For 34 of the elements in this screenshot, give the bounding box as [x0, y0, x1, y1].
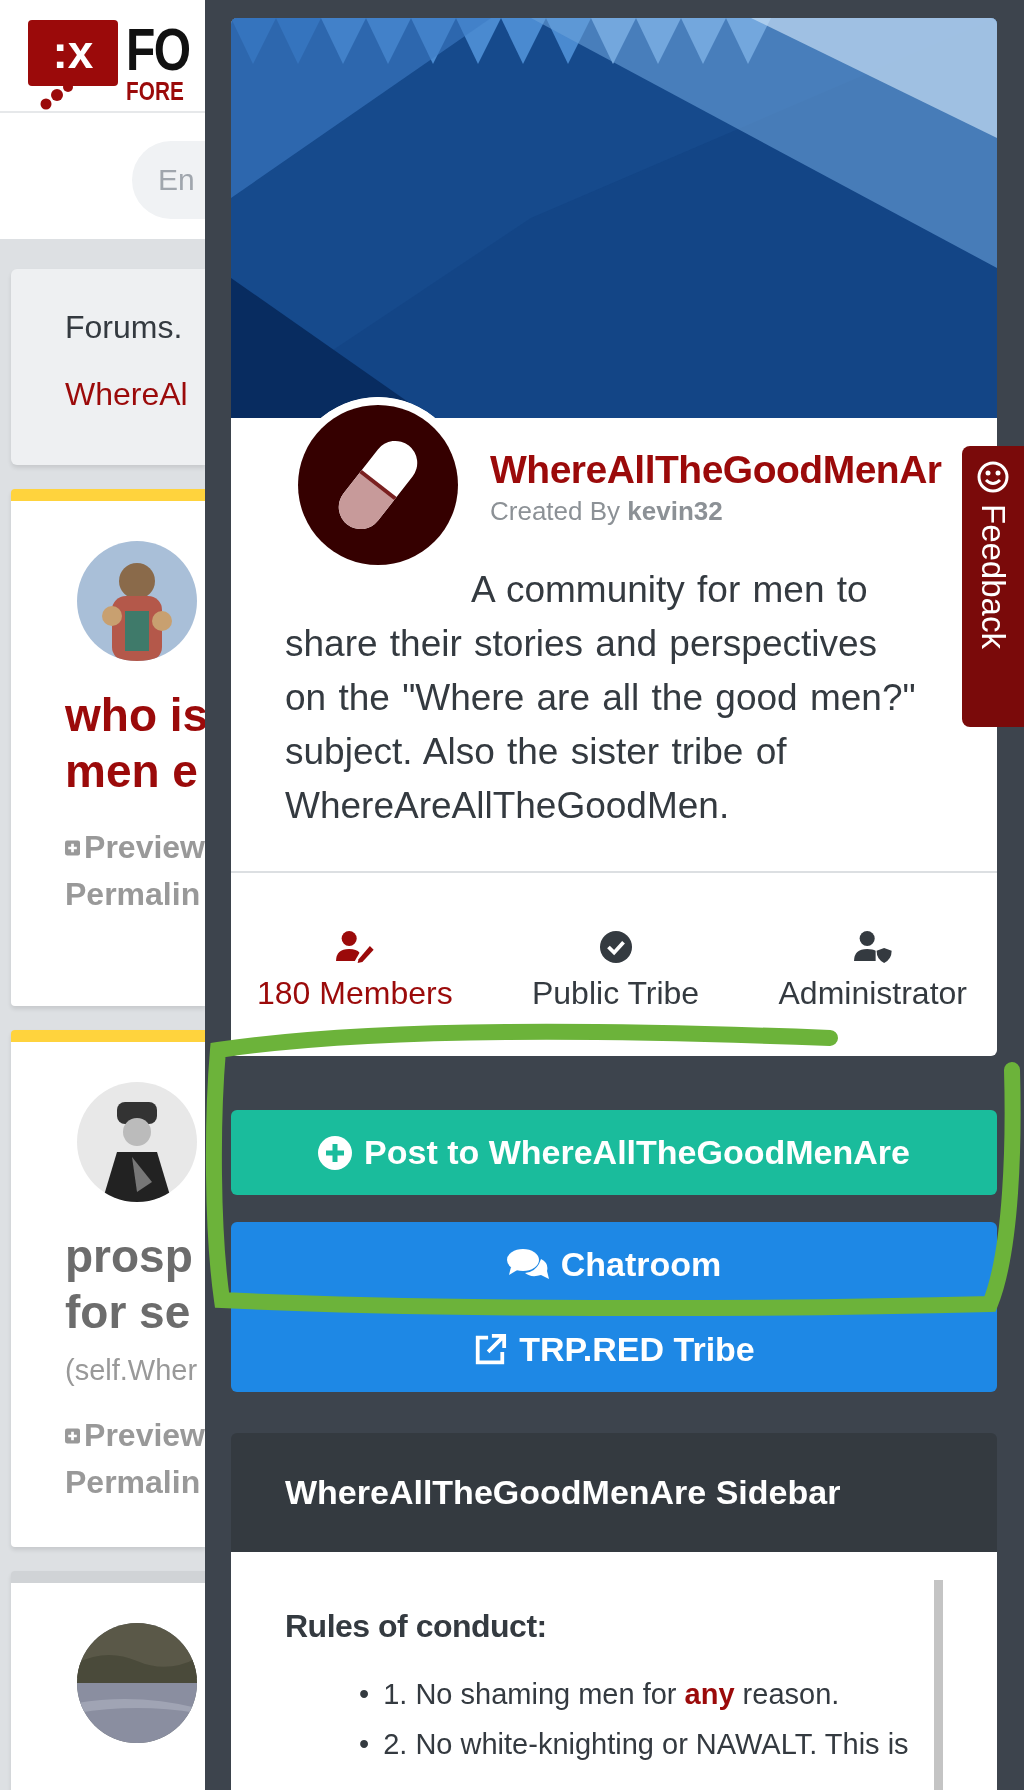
search-field[interactable]: En [132, 141, 205, 219]
plus-circle-icon [318, 1135, 353, 1170]
user-edit-icon [336, 931, 374, 963]
rule-item: 2. No white-knighting or NAWALT. This is [383, 1727, 909, 1762]
logo-title: FO [125, 20, 190, 80]
post-title[interactable]: for se [65, 1284, 205, 1340]
permalink-link[interactable]: Permalin [65, 876, 201, 913]
logo-subtitle: FORE [125, 78, 185, 104]
preview-link[interactable]: Preview [84, 829, 205, 866]
bullet: • [359, 1677, 370, 1712]
user-shield-icon [853, 931, 892, 963]
check-circle-icon [599, 931, 632, 963]
post-title[interactable]: prosp [65, 1228, 205, 1284]
permalink-link[interactable]: Permalin [65, 1464, 201, 1501]
external-link-icon [473, 1332, 508, 1367]
post-title[interactable]: men e [65, 743, 205, 799]
rules-heading: Rules of conduct: [285, 1608, 548, 1645]
comments-icon [506, 1247, 549, 1282]
stat-label: Administrator [778, 975, 967, 1012]
smiley-icon [976, 460, 1010, 494]
stat-label: 180 Members [257, 975, 453, 1012]
preview-link[interactable]: Preview [84, 1417, 205, 1454]
post-source: (self.Wher [65, 1354, 199, 1387]
rule-item: 1. No shaming men for any reason. [383, 1677, 840, 1712]
bullet: • [359, 1727, 370, 1762]
logo-mark[interactable]: :x [28, 20, 118, 86]
sidebar-title: WhereAllTheGoodMenAre Sidebar [285, 1473, 841, 1512]
tribe-name: WhereAllTheGoodMenAr [490, 448, 942, 492]
breadcrumb-path[interactable]: Forums. [65, 309, 205, 346]
external-tribe-button[interactable]: TRP.RED Tribe [231, 1307, 997, 1392]
breadcrumb-current[interactable]: WhereAl [65, 376, 205, 413]
feedback-tab[interactable]: Feedback [962, 446, 1024, 727]
creator-line: Created By kevin32 [490, 496, 724, 527]
stat-label: Public Tribe [531, 975, 700, 1012]
